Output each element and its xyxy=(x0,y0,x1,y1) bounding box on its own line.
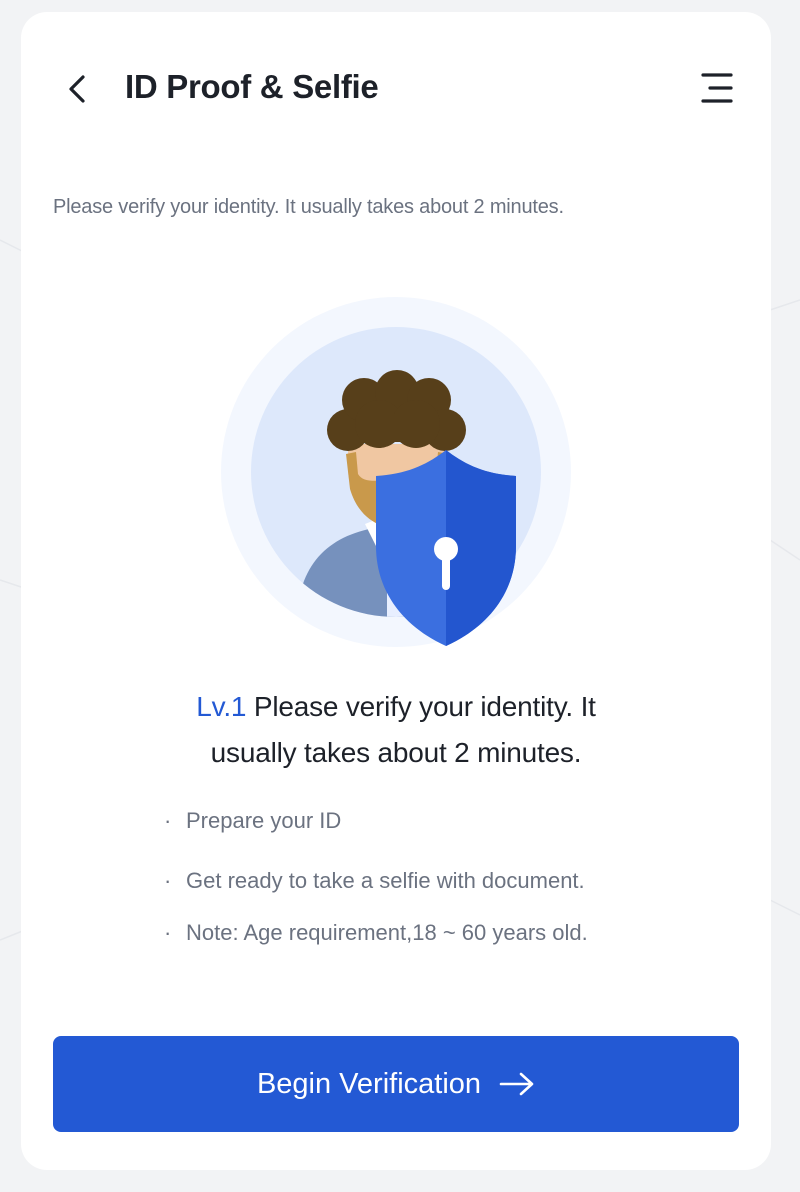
headline-line-2: usually takes about 2 minutes. xyxy=(210,737,582,768)
page-title: ID Proof & Selfie xyxy=(125,68,379,105)
bullet-icon: · xyxy=(164,920,172,945)
header: ID Proof & Selfie xyxy=(21,12,771,162)
requirement-text: Prepare your ID xyxy=(186,808,342,833)
verification-card: ID Proof & Selfie Please verify your ide… xyxy=(21,12,771,1170)
user-shield-icon xyxy=(221,297,571,647)
intro-text: Please verify your identity. It usually … xyxy=(53,196,564,218)
menu-button[interactable] xyxy=(697,70,737,106)
list-item: · Prepare your ID xyxy=(164,808,341,834)
level-badge: Lv.1 xyxy=(196,691,247,722)
menu-icon xyxy=(701,73,733,103)
list-item: · Note: Age requirement,18 ~ 60 years old… xyxy=(164,920,588,946)
begin-verification-label: Begin Verification xyxy=(256,1067,482,1100)
chevron-left-icon xyxy=(69,75,85,103)
list-item: · Get ready to take a selfie with documen… xyxy=(164,868,585,894)
bullet-icon: · xyxy=(164,808,172,833)
headline-line-1: Please verify your identity. It xyxy=(246,691,596,722)
back-button[interactable] xyxy=(61,72,95,106)
arrow-right-icon xyxy=(499,1072,534,1096)
bullet-icon: · xyxy=(164,868,172,893)
identity-illustration xyxy=(220,284,572,648)
begin-verification-button[interactable]: Begin Verification xyxy=(53,1036,739,1132)
verification-headline: Lv.1 Please verify your identity. It usu… xyxy=(116,684,676,776)
requirement-text: Get ready to take a selfie with document… xyxy=(186,868,585,893)
requirement-text: Note: Age requirement,18 ~ 60 years old. xyxy=(186,920,588,945)
